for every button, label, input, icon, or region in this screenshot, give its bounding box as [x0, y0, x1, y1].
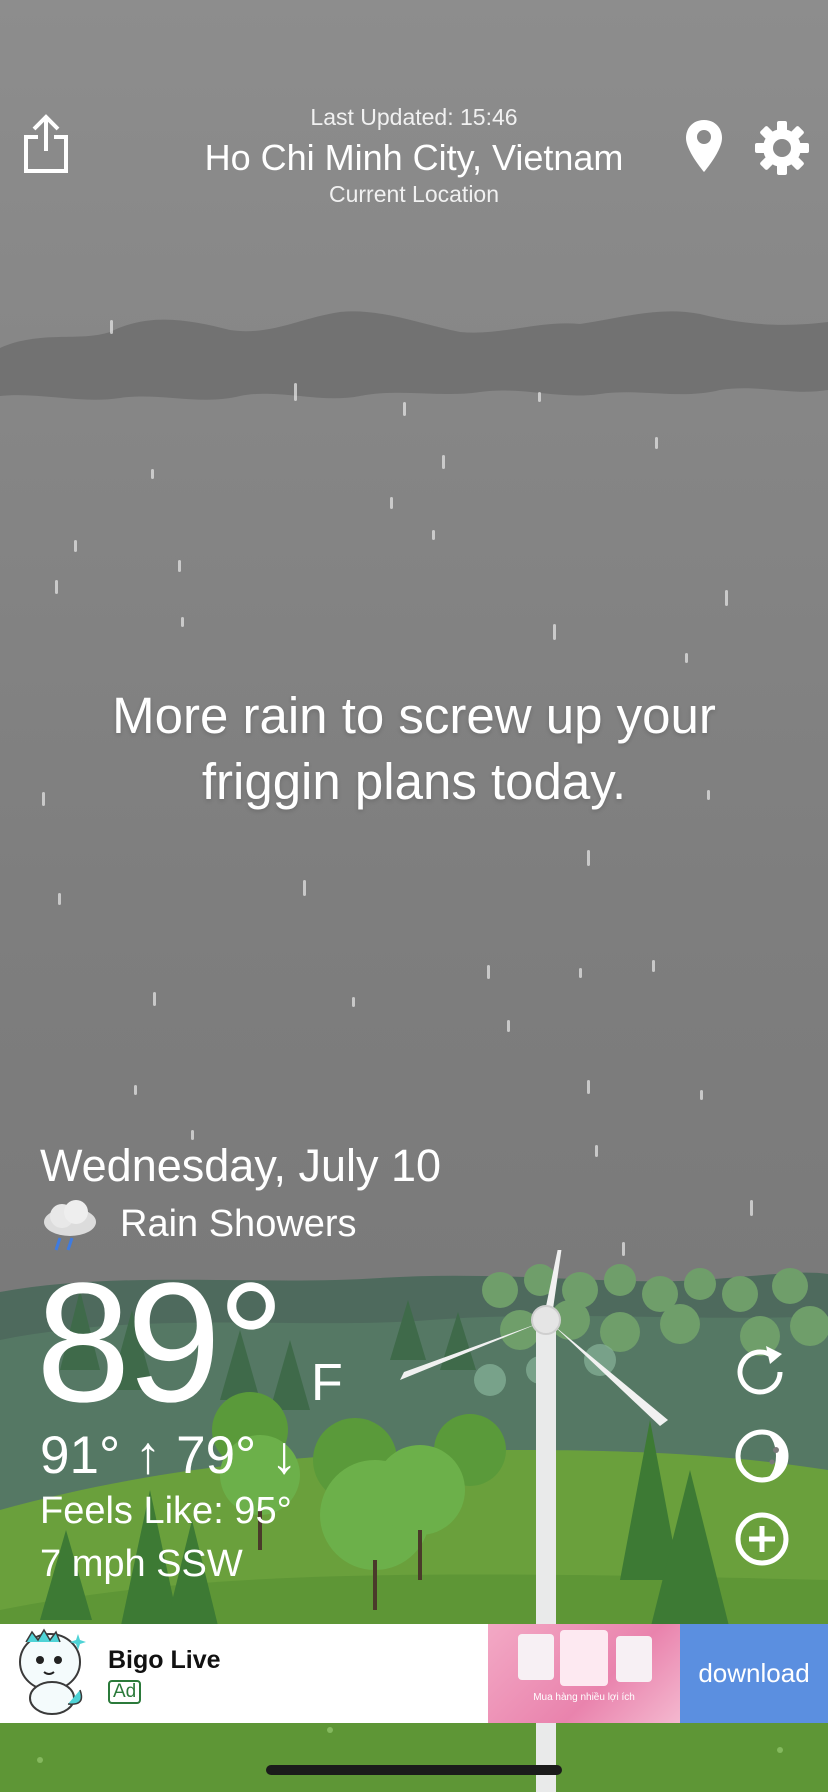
bigo-live-logo-icon — [8, 1628, 94, 1718]
temperature-value: 89° — [36, 1248, 285, 1438]
weather-tagline: More rain to screw up your friggin plans… — [40, 683, 788, 815]
ad-banner[interactable]: Bigo Live Ad Mua hàng nhiều lợi ích down… — [0, 1624, 828, 1723]
wind-label: 7 mph SSW — [40, 1543, 243, 1585]
date-label: Wednesday, July 10 — [40, 1140, 442, 1191]
ad-app-name[interactable]: Bigo Live — [108, 1646, 221, 1675]
condition-label: Rain Showers — [120, 1203, 357, 1245]
home-indicator[interactable] — [266, 1765, 562, 1775]
location-pin-icon[interactable] — [684, 118, 724, 174]
tagline-line-2: friggin plans today. — [201, 753, 627, 810]
moon-icon[interactable] — [732, 1426, 792, 1486]
high-low-temperature: 91° ↑ 79° ↓ — [40, 1426, 298, 1485]
current-location-label: Current Location — [328, 181, 500, 207]
tagline-line-1: More rain to screw up your — [112, 687, 716, 744]
add-icon[interactable] — [732, 1509, 792, 1569]
refresh-icon[interactable] — [732, 1342, 792, 1402]
ad-badge: Ad — [108, 1680, 142, 1704]
ad-promo-image[interactable]: Mua hàng nhiều lợi ích — [488, 1624, 680, 1723]
ad-image-caption: Mua hàng nhiều lợi ích — [533, 1692, 635, 1703]
download-button[interactable]: download — [680, 1624, 828, 1723]
rain-cloud-icon — [40, 1198, 100, 1254]
gear-icon[interactable] — [754, 120, 810, 176]
feels-like-label: Feels Like: 95° — [40, 1490, 292, 1532]
temperature-unit[interactable]: F — [311, 1353, 343, 1413]
